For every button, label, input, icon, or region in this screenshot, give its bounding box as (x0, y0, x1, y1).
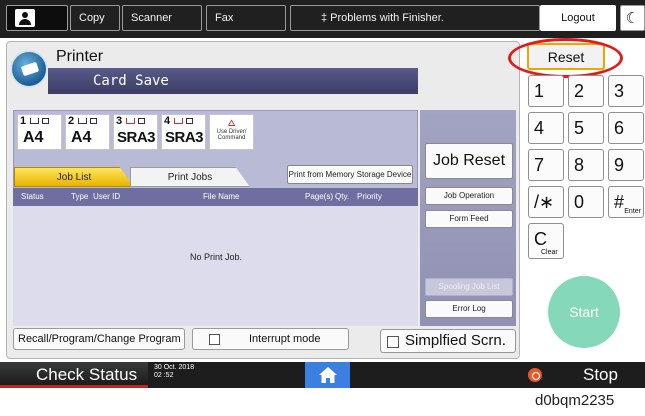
spooling-job-list-button[interactable]: Spooling Job List (425, 278, 513, 296)
tray-1: 1 A4 (17, 114, 62, 150)
stop-icon[interactable] (528, 368, 542, 382)
tray-number: 1 (20, 115, 27, 127)
key-9[interactable]: 9 (608, 149, 644, 181)
figure-caption: d0bqm2235 (535, 392, 615, 409)
scanner-button[interactable]: Scanner (122, 5, 202, 31)
user-icon (15, 9, 35, 27)
user-button[interactable] (6, 5, 68, 31)
tab-print-jobs[interactable]: Print Jobs (130, 167, 250, 187)
home-icon (318, 367, 337, 383)
form-feed-button[interactable]: Form Feed (425, 210, 513, 228)
simplified-screen-button[interactable]: Simplfied Scrn. (380, 329, 516, 353)
key-5[interactable]: 5 (568, 112, 604, 144)
paper-icon (138, 118, 145, 124)
job-operation-button[interactable]: Job Operation (425, 187, 513, 205)
key-clear-label: C (534, 229, 547, 249)
job-list (13, 206, 418, 326)
energy-saver-icon[interactable]: ☾ (620, 5, 645, 31)
printer-app-icon (10, 50, 48, 88)
col-pages: Page(s) (305, 192, 334, 201)
key-clear-sub: Clear (541, 249, 558, 256)
recall-program-button[interactable]: Recall/Program/Change Program (13, 328, 185, 350)
copy-button[interactable]: Copy (70, 5, 120, 31)
paper-icon (42, 118, 49, 124)
home-button[interactable] (305, 362, 350, 388)
key-hash-label: # (614, 192, 625, 212)
date-label: 30 Oct. 2018 (154, 364, 195, 371)
interrupt-label: Interrupt mode (249, 333, 321, 345)
col-user-id: User ID (93, 192, 121, 201)
empty-message: No Print Job. (190, 252, 243, 262)
tray-number: 2 (68, 115, 75, 127)
job-reset-button[interactable]: Job Reset (425, 143, 513, 179)
fax-button[interactable]: Fax (206, 5, 286, 31)
key-0[interactable]: 0 (568, 186, 604, 218)
key-3[interactable]: 3 (608, 75, 644, 107)
tray-size: A4 (23, 129, 44, 146)
tray-size: SRA3 (117, 129, 156, 146)
app-title: Printer (56, 48, 104, 65)
tray-icon (174, 118, 183, 124)
date-time: 30 Oct. 2018 02 :52 (154, 364, 194, 380)
tray-icon (126, 118, 135, 124)
time-label: 02 :52 (154, 372, 174, 379)
tray-2: 2 A4 (65, 114, 110, 150)
key-clear[interactable]: C Clear (528, 223, 564, 259)
card-save-header: Card Save (48, 68, 418, 94)
col-type: Type (71, 192, 89, 201)
key-4[interactable]: 4 (528, 112, 564, 144)
key-hash-enter[interactable]: # Enter (608, 186, 644, 218)
tray-4: 4 SRA3 (161, 114, 206, 150)
col-status: Status (21, 192, 44, 201)
error-log-button[interactable]: Error Log (425, 300, 513, 318)
problems-message[interactable]: ‡ Problems with Finisher. (290, 5, 540, 31)
simplified-checkbox (387, 336, 399, 348)
highlight-ellipse (508, 38, 623, 78)
bypass-icon: ⩟ (227, 115, 236, 129)
key-1[interactable]: 1 (528, 75, 564, 107)
key-7[interactable]: 7 (528, 149, 564, 181)
simplified-label: Simplfied Scrn. (405, 332, 506, 349)
key-star[interactable]: /∗ (528, 186, 564, 218)
key-2[interactable]: 2 (568, 75, 604, 107)
key-hash-sub: Enter (624, 208, 641, 215)
tray-size: SRA3 (165, 129, 204, 146)
paper-icon (186, 118, 193, 124)
col-qty: Qty. (335, 192, 350, 201)
interrupt-checkbox (209, 334, 220, 345)
tab-job-list[interactable]: Job List (14, 167, 134, 187)
tray-3: 3 SRA3 (113, 114, 158, 150)
tray-size: A4 (71, 129, 92, 146)
col-file-name: File Name (203, 192, 240, 201)
start-button[interactable]: Start (548, 276, 620, 348)
tray-number: 4 (164, 115, 171, 127)
use-driver-command-tray: ⩟ Use Driver/ Command (209, 114, 254, 150)
driver-label-line2: Command (217, 135, 246, 141)
status-indicator (0, 385, 148, 388)
key-6[interactable]: 6 (608, 112, 644, 144)
interrupt-mode-button[interactable]: Interrupt mode (192, 328, 349, 350)
logout-button[interactable]: Logout (540, 5, 616, 31)
tray-number: 3 (116, 115, 123, 127)
print-from-memory-button[interactable]: Print from Memory Storage Device (287, 165, 413, 184)
key-8[interactable]: 8 (568, 149, 604, 181)
tray-icon (78, 118, 87, 124)
col-priority: Priority (357, 192, 382, 201)
job-list-header: Status Type User ID File Name Page(s) Qt… (13, 188, 418, 206)
tray-icon (30, 118, 39, 124)
paper-icon (90, 118, 97, 124)
stop-button[interactable]: Stop (583, 365, 618, 385)
